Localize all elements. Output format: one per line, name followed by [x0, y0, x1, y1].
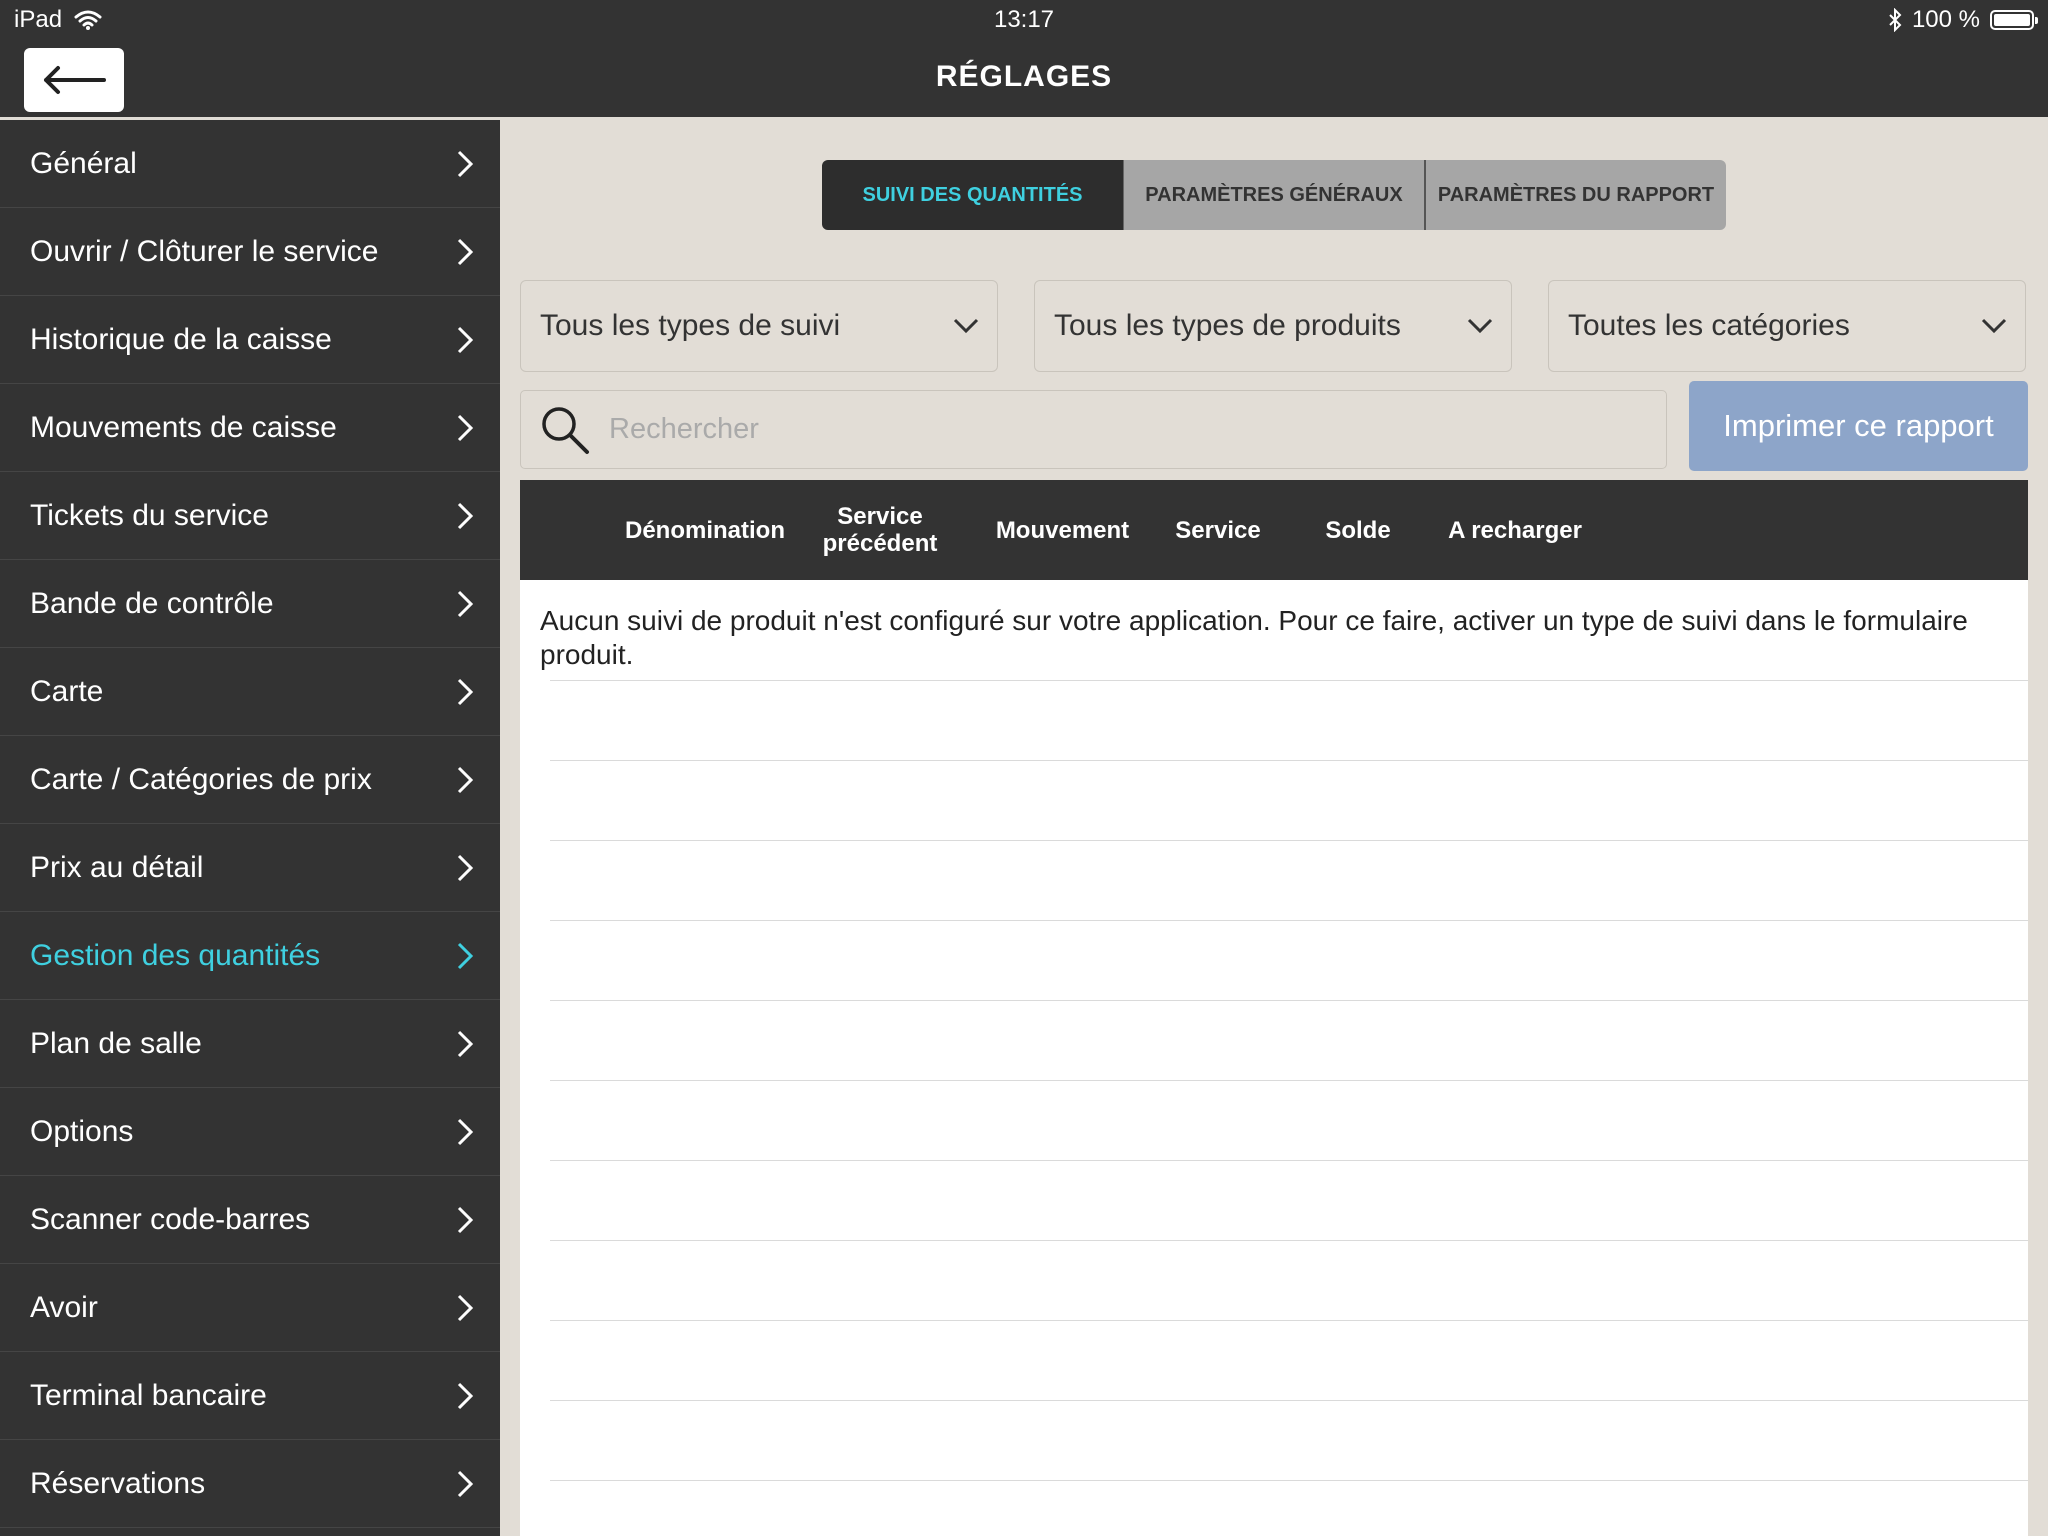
sidebar-item[interactable]: Prix au détail	[0, 824, 500, 912]
status-bar: iPad 13:17 100 %	[0, 0, 2048, 40]
sidebar-item-label: Prix au détail	[30, 850, 204, 884]
sidebar-item-label: Terminal bancaire	[30, 1378, 267, 1412]
table-row-divider	[550, 840, 2028, 841]
sidebar-item[interactable]: Mouvements de caisse	[0, 384, 500, 472]
sidebar-item[interactable]: Tickets du service	[0, 472, 500, 560]
table-row-divider	[550, 1320, 2028, 1321]
chevron-down-icon	[953, 318, 979, 334]
chevron-right-icon	[457, 1470, 474, 1497]
sidebar-item[interactable]: Scanner code-barres	[0, 1176, 500, 1264]
sidebar-item-label: Ouvrir / Clôturer le service	[30, 234, 379, 268]
sidebar-item[interactable]: Bande de contrôle	[0, 560, 500, 648]
sidebar-item[interactable]: Terminal bancaire	[0, 1352, 500, 1440]
chevron-right-icon	[457, 414, 474, 441]
sidebar: Général Ouvrir / Clôturer le service Histo…	[0, 120, 500, 1536]
table-row-divider	[550, 680, 2028, 681]
battery-icon	[1990, 10, 2038, 30]
sidebar-item-label: Carte / Catégories de prix	[30, 762, 372, 796]
sidebar-item-label: Réservations	[30, 1466, 206, 1500]
chevron-down-icon	[1981, 318, 2007, 334]
chevron-right-icon	[457, 766, 474, 793]
sidebar-item-label: Mouvements de caisse	[30, 410, 337, 444]
chevron-right-icon	[457, 854, 474, 881]
table-row-divider	[550, 920, 2028, 921]
sidebar-item-label: Historique de la caisse	[30, 322, 332, 356]
chevron-right-icon	[457, 1118, 474, 1145]
table-row-divider	[550, 1480, 2028, 1481]
sidebar-item-label: Options	[30, 1114, 134, 1148]
table-row-divider	[550, 1240, 2028, 1241]
chevron-right-icon	[457, 1206, 474, 1233]
chevron-right-icon	[457, 1030, 474, 1057]
sidebar-item[interactable]: Réservations	[0, 1440, 500, 1528]
chevron-right-icon	[457, 238, 474, 265]
battery-percent: 100 %	[1911, 6, 1980, 33]
sidebar-item-label: Plan de salle	[30, 1026, 202, 1060]
tab-bar: SUIVI DES QUANTITÉS PARAMÈTRES GÉNÉRAUX …	[822, 160, 1726, 230]
chevron-right-icon	[457, 590, 474, 617]
column-header-mouvement: Mouvement	[995, 516, 1130, 544]
column-header-denomination: Dénomination	[625, 516, 785, 544]
product-type-value: Tous les types de produits	[1054, 309, 1401, 342]
sidebar-item[interactable]: Gestion des quantités	[0, 912, 500, 1000]
sidebar-item-label: Carte	[30, 674, 104, 708]
chevron-right-icon	[457, 942, 474, 969]
quantities-table: Dénomination Service précédent Mouvement…	[520, 480, 2028, 1536]
chevron-right-icon	[457, 678, 474, 705]
bluetooth-icon	[1889, 8, 1902, 32]
chevron-right-icon	[457, 502, 474, 529]
sidebar-item-label: Bande de contrôle	[30, 586, 274, 620]
search-input[interactable]	[607, 398, 1666, 461]
sidebar-item[interactable]: Carte / Catégories de prix	[0, 736, 500, 824]
search-box	[520, 390, 1667, 469]
product-type-select[interactable]: Tous les types de produits	[1034, 280, 1512, 372]
sidebar-item-label: Avoir	[30, 1290, 98, 1324]
column-header-solde: Solde	[1325, 516, 1391, 544]
tab-suivi-quantites[interactable]: SUIVI DES QUANTITÉS	[822, 160, 1123, 230]
table-row-divider	[550, 1080, 2028, 1081]
chevron-right-icon	[457, 326, 474, 353]
table-row-divider	[550, 1400, 2028, 1401]
tab-parametres-generaux[interactable]: PARAMÈTRES GÉNÉRAUX	[1123, 160, 1424, 230]
sidebar-item[interactable]: Ouvrir / Clôturer le service	[0, 208, 500, 296]
sidebar-item-label: Gestion des quantités	[30, 938, 321, 972]
page-title: RÉGLAGES	[935, 60, 1113, 93]
chevron-right-icon	[457, 1382, 474, 1409]
column-header-a-recharger: A recharger	[1448, 516, 1582, 544]
main-panel: SUIVI DES QUANTITÉS PARAMÈTRES GÉNÉRAUX …	[500, 120, 2048, 1536]
chevron-down-icon	[1467, 318, 1493, 334]
sidebar-item-label: Scanner code-barres	[30, 1202, 311, 1236]
search-icon	[542, 406, 589, 454]
sidebar-item[interactable]: Général	[0, 120, 500, 208]
table-row-divider	[550, 1000, 2028, 1001]
status-time: 13:17	[993, 6, 1055, 33]
table-row-divider	[550, 760, 2028, 761]
column-header-service: Service	[1175, 516, 1261, 544]
table-header: Dénomination Service précédent Mouvement…	[520, 480, 2028, 580]
category-select[interactable]: Toutes les catégories	[1548, 280, 2026, 372]
sidebar-item-label: Tickets du service	[30, 498, 269, 532]
tab-parametres-rapport[interactable]: PARAMÈTRES DU RAPPORT	[1424, 160, 1726, 230]
category-value: Toutes les catégories	[1568, 309, 1850, 342]
sidebar-item[interactable]: Options	[0, 1088, 500, 1176]
tracking-type-value: Tous les types de suivi	[540, 309, 841, 342]
tracking-type-select[interactable]: Tous les types de suivi	[520, 280, 998, 372]
empty-table-message: Aucun suivi de produit n'est configuré s…	[540, 605, 1968, 670]
print-report-button[interactable]: Imprimer ce rapport	[1689, 381, 2028, 471]
chevron-right-icon	[457, 1294, 474, 1321]
header: RÉGLAGES	[0, 40, 2048, 118]
column-header-service-precedent: Service précédent	[822, 503, 938, 557]
sidebar-item-label: Général	[30, 146, 137, 180]
sidebar-item[interactable]: Historique de la caisse	[0, 296, 500, 384]
sidebar-item[interactable]: Carte	[0, 648, 500, 736]
chevron-right-icon	[457, 150, 474, 177]
sidebar-item[interactable]: Avoir	[0, 1264, 500, 1352]
sidebar-item[interactable]: Plan de salle	[0, 1000, 500, 1088]
table-row-divider	[550, 1160, 2028, 1161]
